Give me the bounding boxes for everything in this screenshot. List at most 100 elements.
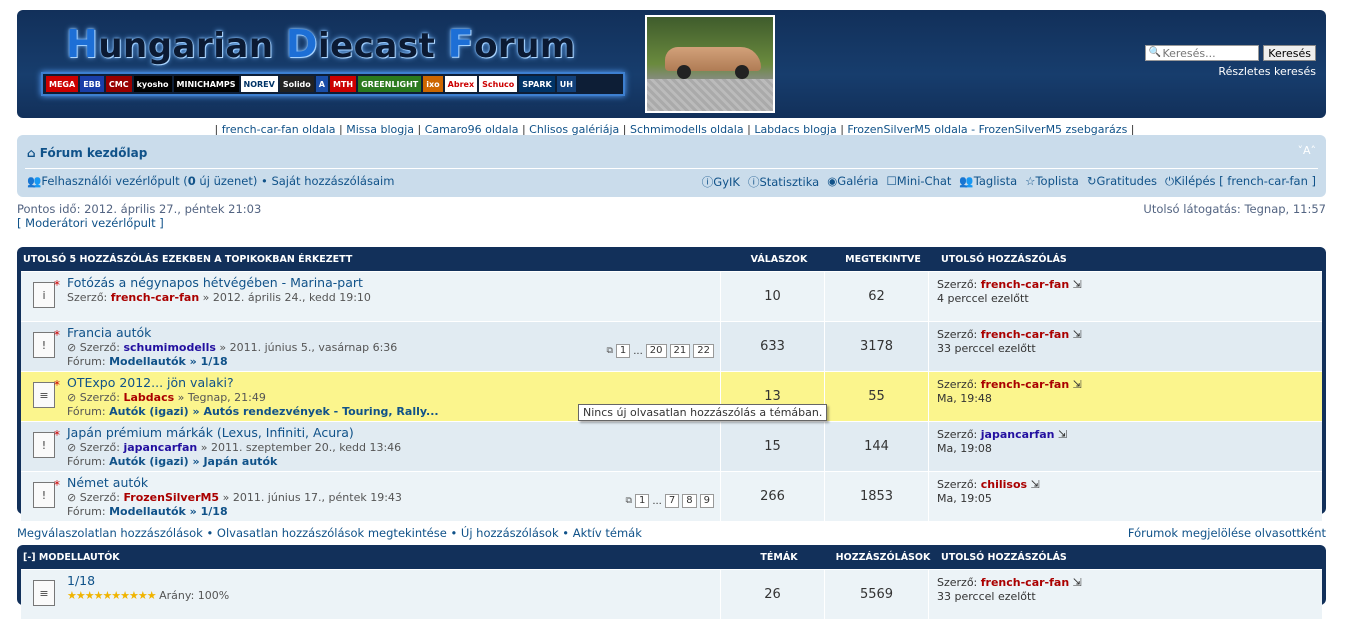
last-visit: Utolsó látogatás: Tegnap, 11:57 [1143,202,1326,216]
last-author-link[interactable]: french-car-fan [981,278,1069,291]
nav-item-members[interactable]: 👥Taglista [959,174,1017,190]
nav-item-faq[interactable]: ⓘGyIK [702,174,740,190]
attachment-icon: ⊘ [67,391,77,404]
page-link[interactable]: 9 [699,494,714,508]
page-link[interactable]: 8 [682,494,697,508]
current-time: Pontos idő: 2012. április 27., péntek 21… [17,202,262,230]
search-icon: 🔍 [1148,47,1161,58]
search-button[interactable]: Keresés [1263,45,1316,61]
star-icon: * [54,328,60,342]
last-author-link[interactable]: japancarfan [981,428,1055,441]
forum-icon: ≡ [33,580,55,606]
view-latest-icon[interactable]: ⇲ [1031,478,1040,491]
brand-logo: GREENLIGHT [358,76,422,92]
modellautok-table: [-] MODELLAUTÓK TÉMÁK HOZZÁSZÓLÁSOK UTOL… [17,545,1326,619]
forum-link[interactable]: Modellautók » 1/18 [109,355,228,368]
page-link[interactable]: 1 [634,494,650,508]
topic-author-link[interactable]: FrozenSilverM5 [123,491,219,504]
topic-row: i * Fotózás a négynapos hétvégében - Marin… [21,271,1322,321]
topic-row: ! * Német autók ⊘ Szerző: FrozenSilverM5 » … [21,471,1322,521]
topic-status-icon: ≡ * [33,378,60,408]
search-box: 🔍 Keresés Részletes keresés [1136,45,1316,78]
forum-link[interactable]: Modellautók » 1/18 [109,505,228,518]
eye-icon: ◉ [827,174,838,188]
brand-logo: UH [556,76,576,92]
topic-title-link[interactable]: OTExpo 2012... jön valaki? [67,376,439,390]
view-count: 144 [825,422,929,471]
page-link[interactable]: 21 [669,344,691,358]
reply-count: 10 [721,272,825,321]
view-count: 62 [825,272,929,321]
goto-page-icon: ⧉ [606,346,613,356]
topic-title-link[interactable]: Japán prémium márkák (Lexus, Infiniti, A… [67,426,401,440]
nav-right-links: ⓘGyIK ⓘStatisztika ◉Galéria ☐Mini-Chat 👥… [702,174,1316,190]
last-author-link[interactable]: chilisos [981,478,1027,491]
brand-logo: Schuco [479,76,518,92]
search-input[interactable] [1145,45,1260,61]
nav-item-stats[interactable]: ⓘStatisztika [748,174,819,190]
advanced-search-link[interactable]: Részletes keresés [1136,65,1316,78]
topic-author-link[interactable]: french-car-fan [111,291,199,304]
brand-logo: A [315,76,328,92]
view-count: 55 [825,372,929,421]
rating-stars-icon: ★★★★★★★★★★ [67,589,157,602]
font-size-control[interactable]: ˅A˄ [1297,144,1316,157]
view-latest-icon[interactable]: ⇲ [1073,328,1082,341]
attachment-icon: ⊘ [67,341,77,354]
topic-author-link[interactable]: japancarfan [123,441,197,454]
ucp-links: 👥Felhasználói vezérlőpult (0 új üzenet) … [27,174,395,188]
brand-logo: kyosho [133,76,172,92]
view-latest-icon[interactable]: ⇲ [1073,576,1082,589]
site-header: Hungarian Diecast Forum MEGA EBB CMC kyosho… [17,10,1326,118]
ucp-icon: 👥 [27,174,42,188]
view-latest-icon[interactable]: ⇲ [1073,378,1082,391]
topic-title-link[interactable]: Német autók [67,476,402,490]
view-count: 1853 [825,472,929,521]
page-link[interactable]: 7 [664,494,680,508]
topic-status-icon: i * [33,278,60,308]
page-link[interactable]: 22 [693,344,714,358]
forum-link[interactable]: Autók (igazi) » Autós rendezvények - Tou… [109,405,438,418]
topic-title-link[interactable]: Fotózás a négynapos hétvégében - Marina-… [67,276,371,290]
last-author-link[interactable]: french-car-fan [981,378,1069,391]
view-latest-icon[interactable]: ⇲ [1058,428,1067,441]
reply-count: 633 [721,322,825,371]
topic-author-link[interactable]: schumimodells [123,341,215,354]
reply-count: 266 [721,472,825,521]
bottom-links[interactable]: Megválaszolatlan hozzászólások • Olvasat… [17,526,642,540]
topic-title-link[interactable]: Francia autók [67,326,397,340]
forum-link[interactable]: Autók (igazi) » Japán autók [109,455,277,468]
nav-item-gratitudes[interactable]: ↻Gratitudes [1087,174,1157,190]
brand-logo-strip: MEGA EBB CMC kyosho MINICHAMPS NOREV Solido A MT… [41,72,625,96]
nav-item-gallery[interactable]: ◉Galéria [827,174,878,190]
topic-status-icon: ! * [33,428,60,458]
nav-item-minichat[interactable]: ☐Mini-Chat [886,174,951,190]
help-icon: ⓘ [701,175,714,189]
mark-forums-read-link[interactable]: Fórumok megjelölése olvasottként [1128,526,1326,540]
site-logo-title[interactable]: Hungarian Diecast Forum [66,22,576,66]
moderator-panel-link[interactable]: [ Moderátori vezérlőpult ] [17,216,261,230]
own-posts-link[interactable]: Saját hozzászólásaim [271,174,394,188]
forum-title-link[interactable]: 1/18 [67,574,229,588]
attachment-icon: ⊘ [67,441,77,454]
forum-home-link[interactable]: ⌂ Fórum kezdőlap [27,146,147,160]
topic-author-link[interactable]: Labdacs [123,391,174,404]
power-icon: ⏻ [1165,174,1175,188]
brand-logo: EBB [80,76,104,92]
attachment-icon: ⊘ [67,491,77,504]
recent-topics-table: UTOLSÓ 5 HOZZÁSZÓLÁS EZEKBEN A TOPIKOKBA… [17,247,1326,521]
members-icon: 👥 [959,174,974,188]
page-link[interactable]: 20 [645,344,667,358]
nav-item-toplist[interactable]: ☆Toplista [1025,174,1079,190]
page-link[interactable]: 1 [615,344,631,358]
goto-page-icon: ⧉ [625,496,632,506]
nav-item-logout[interactable]: ⏻Kilépés [ french-car-fan ] [1165,174,1316,190]
last-author-link[interactable]: french-car-fan [981,576,1069,589]
view-latest-icon[interactable]: ⇲ [1073,278,1082,291]
brand-logo: MINICHAMPS [173,76,239,92]
topic-status-icon: ! * [33,478,60,508]
navbar: ⌂ Fórum kezdőlap ˅A˄ 👥Felhasználói vezér… [17,135,1326,197]
last-author-link[interactable]: french-car-fan [981,328,1069,341]
ucp-link[interactable]: Felhasználói vezérlőpult (0 új üzenet) [41,174,257,188]
table-header: [-] MODELLAUTÓK TÉMÁK HOZZÁSZÓLÁSOK UTOL… [23,551,1067,563]
